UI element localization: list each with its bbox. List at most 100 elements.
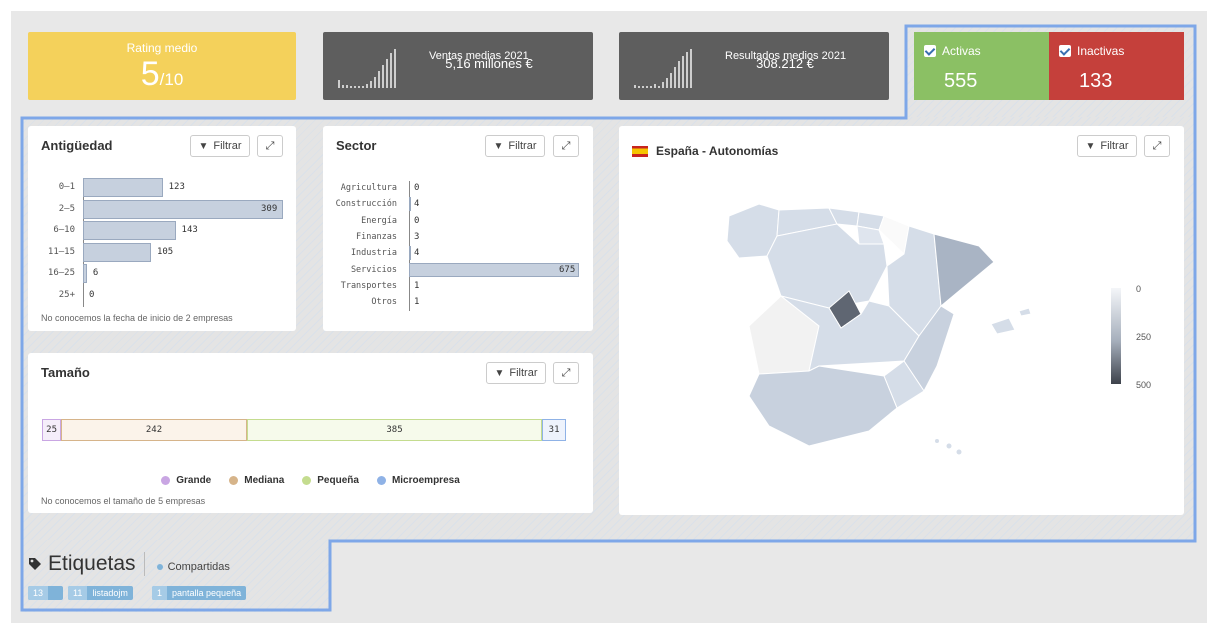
expand-button[interactable]: ⤢ [553, 362, 579, 384]
stacked-segment: 385 [246, 419, 543, 441]
bar-label: Energía [361, 215, 397, 226]
filter-icon: ▼ [494, 367, 505, 379]
scale-label-0: 0 [1136, 284, 1142, 294]
compartidas-filter[interactable]: Compartidas [156, 561, 230, 573]
bar-value: 4 [414, 248, 420, 259]
color-scale-bar [1111, 288, 1121, 384]
expand-button[interactable]: ⤢ [1144, 135, 1170, 157]
kpi-rating-label: Rating medio [126, 41, 198, 55]
status-activas-card[interactable]: Activas 555 [914, 32, 1049, 100]
activas-checkbox[interactable]: Activas [924, 44, 981, 58]
tag-chip[interactable]: 1 pantalla pequeña [152, 586, 247, 600]
filter-icon: ▼ [198, 140, 209, 152]
bar-value: 675 [559, 264, 576, 275]
legend-item: Pequeña [302, 475, 359, 486]
expand-button[interactable]: ⤢ [257, 135, 283, 157]
sparkline-icon [338, 49, 396, 88]
tamano-card: Tamaño ▼ Filtrar ⤢ 25 242 385 31 Grande Media… [28, 353, 593, 513]
bar-label: Finanzas [356, 231, 397, 242]
status-inactivas-card[interactable]: Inactivas 133 [1049, 32, 1184, 100]
bar-value: 143 [181, 225, 198, 235]
bar [83, 242, 151, 262]
bar-value: 123 [168, 182, 185, 192]
tamano-note: No conocemos el tamaño de 5 empresas [41, 496, 206, 506]
checkbox-checked-icon [924, 45, 936, 57]
legend-dot-icon [229, 476, 239, 485]
spain-choropleth-map [726, 203, 1032, 455]
etiquetas-header: Etiquetas Compartidas [28, 552, 230, 576]
antiguedad-card: Antigüedad ▼ Filtrar ⤢ 0–1 123 2–5 309 6–10 14… [28, 126, 296, 331]
bar-label: Transportes [340, 280, 397, 291]
bar-value: 1 [414, 280, 420, 291]
filter-icon: ▼ [1085, 140, 1096, 152]
tamano-stacked-bar: 25 242 385 31 [42, 419, 566, 441]
bar-value: 0 [414, 183, 420, 193]
filter-button[interactable]: ▼ Filtrar [190, 135, 250, 157]
tag-chip[interactable]: 13 [28, 586, 63, 600]
bar-value: 4 [414, 199, 420, 210]
bar-label: 16–25 [47, 268, 75, 278]
kpi-rating-value: 5/10 [140, 55, 184, 93]
bar-label: Industria [350, 248, 397, 259]
bar-label: 2–5 [58, 203, 75, 214]
kpi-ventas-value: 5,16 millones € [445, 56, 533, 71]
expand-icon: ⤢ [561, 366, 571, 379]
bar-label: Construcción [335, 199, 397, 210]
filter-icon: ▼ [493, 140, 504, 152]
region-baleares [990, 307, 1032, 335]
scale-label-500: 500 [1136, 380, 1152, 390]
antiguedad-note: No conocemos la fecha de inicio de 2 emp… [41, 313, 233, 323]
legend-label: Microempresa [391, 475, 460, 486]
inactivas-checkbox[interactable]: Inactivas [1059, 44, 1124, 58]
card-title: Sector [336, 138, 377, 153]
card-title: Antigüedad [41, 138, 113, 153]
bar-label: Otros [371, 297, 397, 308]
kpi-rating-card: Rating medio 5/10 [28, 32, 296, 100]
checkbox-checked-icon [1059, 45, 1071, 57]
bar-value: 105 [156, 246, 174, 257]
scale-label-250: 250 [1136, 332, 1152, 342]
legend-label: Grande [176, 475, 212, 486]
bar-value: 0 [89, 289, 95, 300]
filter-button[interactable]: ▼ Filtrar [485, 135, 545, 157]
tag-chip[interactable]: 11 listadojm [68, 586, 133, 600]
shared-dot-icon [156, 564, 163, 570]
bar-label: 6–10 [53, 225, 75, 235]
bar [83, 221, 176, 240]
kpi-ventas-card: Ventas medias 2021 5,16 millones € [323, 32, 593, 100]
legend-dot-icon [302, 476, 312, 485]
bar-label: 25+ [58, 289, 75, 300]
legend-item: Microempresa [376, 475, 460, 486]
expand-icon: ⤢ [1152, 139, 1162, 152]
bar [409, 197, 411, 212]
bar-value: 309 [261, 203, 278, 214]
bar [409, 246, 411, 261]
legend-label: Mediana [244, 475, 285, 486]
bar-label: 11–15 [47, 246, 75, 257]
kpi-resultados-value: 308.212 € [756, 56, 814, 71]
spain-flag-icon [632, 145, 648, 157]
tag-icon [29, 558, 41, 570]
sector-card: Sector ▼ Filtrar ⤢ Agricultura 0 Construcci… [323, 126, 593, 331]
map-title: España - Autonomías [632, 144, 778, 158]
sparkline-icon [634, 49, 692, 88]
filter-button[interactable]: ▼ Filtrar [1077, 135, 1137, 157]
region-canarias [946, 443, 952, 449]
bar [83, 199, 283, 219]
activas-count: 555 [944, 70, 978, 92]
legend-dot-icon [161, 476, 171, 485]
legend-item: Grande [161, 475, 211, 486]
bar [83, 264, 87, 283]
bar-label: Servicios [350, 264, 397, 275]
expand-icon: ⤢ [561, 139, 571, 152]
expand-button[interactable]: ⤢ [553, 135, 579, 157]
region-cataluna [933, 233, 995, 307]
stacked-segment: 31 [542, 419, 566, 441]
filter-button[interactable]: ▼ Filtrar [486, 362, 546, 384]
legend-dot-icon [376, 476, 386, 485]
card-title: Tamaño [41, 365, 90, 380]
legend-item: Mediana [229, 475, 284, 486]
bar-label: Agricultura [340, 183, 397, 193]
kpi-resultados-card: Resultados medios 2021 308.212 € [619, 32, 889, 100]
tamano-legend: Grande Mediana Pequeña Microempresa [28, 475, 593, 486]
